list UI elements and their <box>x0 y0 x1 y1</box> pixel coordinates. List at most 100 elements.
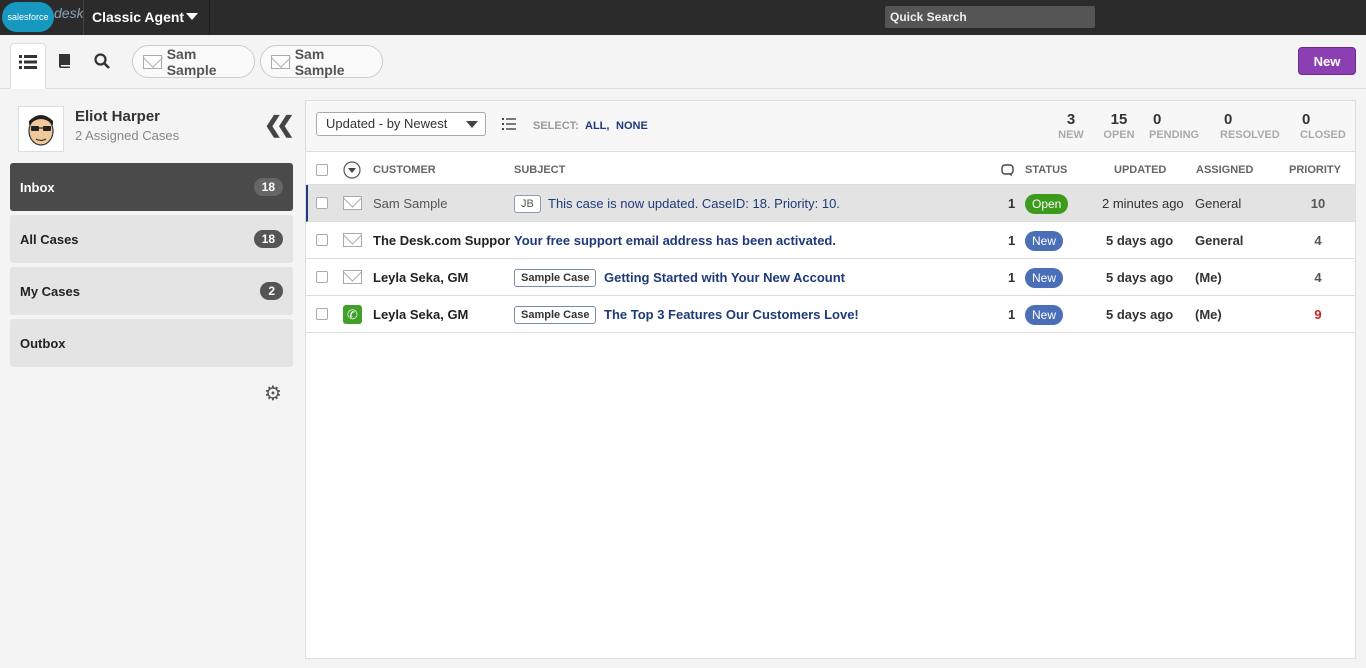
customer-name[interactable]: The Desk.com Support <box>373 233 510 248</box>
stat-pending[interactable]: 0 PENDING <box>1149 111 1209 141</box>
column-customer[interactable]: CUSTOMER <box>373 164 436 176</box>
open-case-tab[interactable]: Sam Sample <box>132 45 255 78</box>
stat-new[interactable]: 3 NEW <box>1056 111 1086 141</box>
row-checkbox[interactable] <box>316 234 328 246</box>
row-checkbox[interactable] <box>316 308 328 320</box>
filter-label: Inbox <box>20 179 55 195</box>
filter-my-cases[interactable]: My Cases 2 <box>10 267 293 315</box>
interaction-count: 1 <box>1008 270 1016 285</box>
desk-logo-text: desk <box>54 5 84 21</box>
assigned-cases-count: 2 Assigned Cases <box>75 128 180 143</box>
stat-closed[interactable]: 0 CLOSED <box>1300 111 1350 141</box>
assigned-to: General <box>1195 233 1244 248</box>
interaction-count: 1 <box>1008 233 1016 248</box>
table-header: CUSTOMER SUBJECT STATUS UPDATED ASSIGNED… <box>306 153 1355 185</box>
top-bar: salesforce desk Classic Agent <box>0 0 1366 35</box>
select-all-checkbox[interactable] <box>316 164 328 176</box>
priority-value: 4 <box>1314 233 1322 248</box>
status-badge: New <box>1025 231 1064 251</box>
bulk-actions-list-icon[interactable] <box>502 117 516 131</box>
case-subject[interactable]: Your free support email address has been… <box>514 233 984 248</box>
column-status[interactable]: STATUS <box>1025 164 1067 176</box>
column-priority[interactable]: PRIORITY <box>1289 164 1341 176</box>
select-all-link[interactable]: ALL, <box>585 120 609 132</box>
filter-label: All Cases <box>20 231 79 247</box>
chevron-down-icon[interactable] <box>343 161 361 179</box>
stat-count: 0 <box>1302 111 1311 128</box>
row-checkbox[interactable] <box>316 271 328 283</box>
table-row[interactable]: The Desk.com Support Your free support e… <box>306 222 1355 259</box>
case-label: Sample Case <box>514 306 597 324</box>
priority-value: 4 <box>1314 270 1322 285</box>
sort-dropdown[interactable]: Updated - by Newest <box>316 112 486 136</box>
case-subject[interactable]: The Top 3 Features Our Customers Love! <box>604 307 984 322</box>
stat-label: PENDING <box>1149 129 1200 141</box>
updated-time: 5 days ago <box>1106 233 1174 248</box>
stat-count: 15 <box>1110 111 1128 128</box>
filter-all-cases[interactable]: All Cases 18 <box>10 215 293 263</box>
filter-label: My Cases <box>20 283 80 299</box>
column-updated[interactable]: UPDATED <box>1114 164 1166 176</box>
table-row[interactable]: Leyla Seka, GM Sample Case Getting Start… <box>306 259 1355 296</box>
stat-open[interactable]: 15 OPEN <box>1101 111 1137 141</box>
stat-count: 0 <box>1224 111 1233 128</box>
column-subject[interactable]: SUBJECT <box>514 164 565 176</box>
quick-search-input[interactable] <box>885 6 1095 28</box>
customer-name[interactable]: Leyla Seka, GM <box>373 270 510 285</box>
stat-label: OPEN <box>1103 129 1135 141</box>
case-subject[interactable]: This case is now updated. CaseID: 18. Pr… <box>548 196 988 211</box>
stat-count: 3 <box>1066 111 1076 128</box>
filter-inbox[interactable]: Inbox 18 <box>10 163 293 211</box>
avatar[interactable] <box>18 106 64 152</box>
select-none-link[interactable]: NONE <box>616 120 648 132</box>
assigned-to: General <box>1195 196 1242 211</box>
stat-label: RESOLVED <box>1220 129 1280 141</box>
phone-icon: ✆ <box>343 305 362 324</box>
priority-value: 9 <box>1314 307 1322 322</box>
case-subject[interactable]: Getting Started with Your New Account <box>604 270 984 285</box>
stat-label: NEW <box>1058 129 1084 141</box>
priority-value: 10 <box>1310 196 1326 211</box>
row-checkbox[interactable] <box>316 197 328 209</box>
app-switcher-title[interactable]: Classic Agent <box>92 9 184 25</box>
table-row[interactable]: ✆ Leyla Seka, GM Sample Case The Top 3 F… <box>306 296 1355 333</box>
tab-cases-list[interactable] <box>10 43 46 89</box>
filter-count-badge: 18 <box>253 230 283 248</box>
new-button[interactable]: New <box>1298 47 1356 75</box>
speech-bubble-icon[interactable] <box>1001 164 1014 177</box>
gear-icon[interactable]: ⚙ <box>264 381 282 406</box>
salesforce-logo[interactable]: salesforce <box>2 2 54 32</box>
tab-knowledge-base[interactable] <box>47 43 83 89</box>
envelope-icon <box>143 54 162 69</box>
updated-time: 2 minutes ago <box>1102 196 1184 211</box>
sidebar: Eliot Harper 2 Assigned Cases ❮❮ Inbox 1… <box>0 90 305 668</box>
stat-resolved[interactable]: 0 RESOLVED <box>1220 111 1286 141</box>
customer-name[interactable]: Leyla Seka, GM <box>373 307 510 322</box>
envelope-icon <box>343 270 362 284</box>
filter-label: Outbox <box>20 335 66 351</box>
open-case-tab[interactable]: Sam Sample <box>260 45 383 78</box>
assigned-to: (Me) <box>1195 307 1222 322</box>
agent-name: Eliot Harper <box>75 108 161 125</box>
envelope-icon <box>343 196 362 210</box>
filter-count-badge: 2 <box>260 282 283 300</box>
filter-outbox[interactable]: Outbox <box>10 319 293 367</box>
table-row[interactable]: Sam Sample JB This case is now updated. … <box>306 185 1355 222</box>
list-icon <box>19 55 37 69</box>
customer-name[interactable]: Sam Sample <box>373 196 508 211</box>
sort-dropdown-value: Updated - by Newest <box>326 116 448 131</box>
stat-label: CLOSED <box>1300 129 1346 141</box>
stat-count: 0 <box>1153 111 1162 128</box>
column-assigned[interactable]: ASSIGNED <box>1196 164 1253 176</box>
updated-time: 5 days ago <box>1106 307 1174 322</box>
case-label: JB <box>514 195 541 213</box>
chevron-down-icon[interactable] <box>186 13 198 20</box>
agent-avatar-icon <box>28 115 54 146</box>
tab-search[interactable] <box>84 43 120 89</box>
open-case-tab-label: Sam Sample <box>294 45 345 78</box>
case-list-panel: Updated - by Newest SELECT: ALL, NONE 3 … <box>305 100 1356 659</box>
interaction-count: 1 <box>1008 196 1016 211</box>
search-icon <box>94 53 110 69</box>
updated-time: 5 days ago <box>1106 270 1174 285</box>
collapse-sidebar-icon[interactable]: ❮❮ <box>264 112 295 138</box>
